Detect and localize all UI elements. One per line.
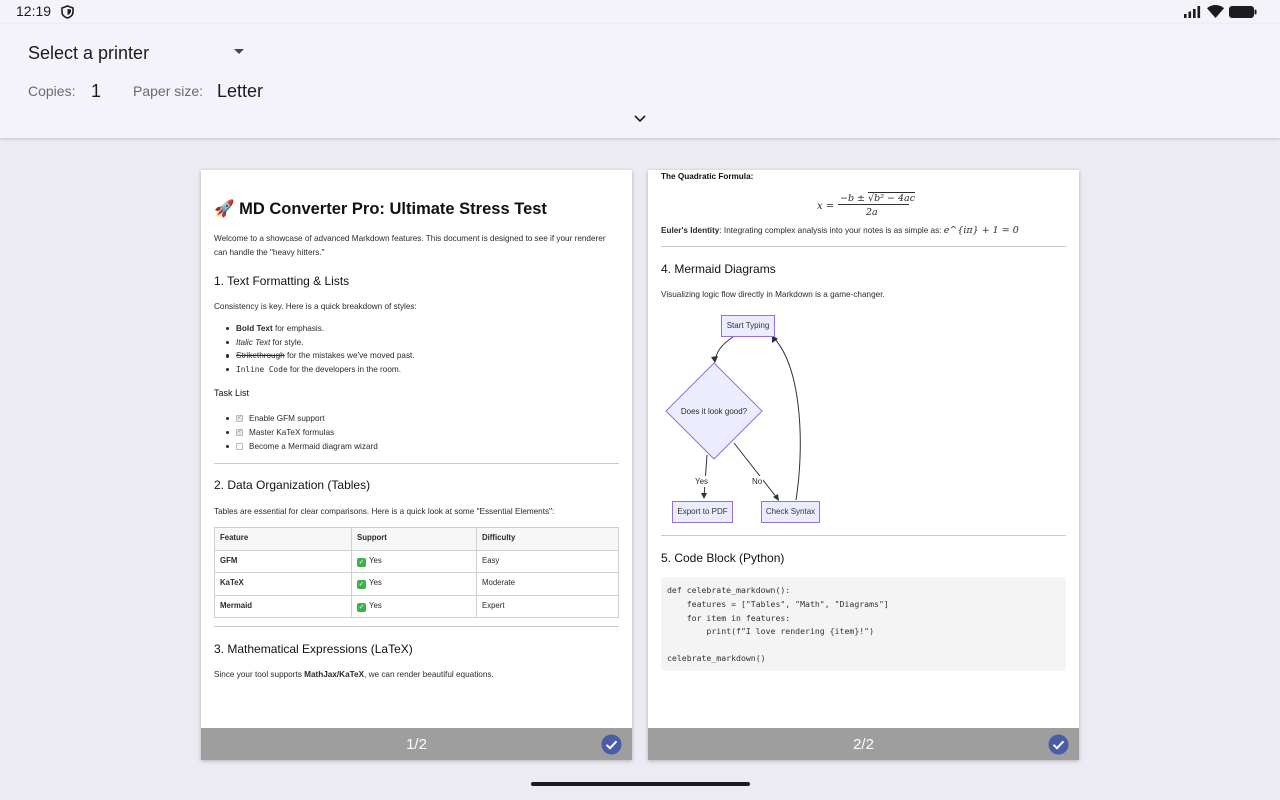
flow-decision-label: Does it look good?: [680, 407, 748, 416]
section-text: Visualizing logic flow directly in Markd…: [661, 290, 885, 299]
shield-icon: [61, 5, 74, 19]
checkbox-unchecked[interactable]: [236, 443, 243, 450]
task-item: Enable GFM support: [226, 413, 378, 427]
divider: [661, 246, 1066, 247]
check-circle-icon[interactable]: [601, 734, 622, 755]
section-text: Tables are essential for clear compariso…: [214, 507, 555, 516]
printer-select[interactable]: Select a printer: [28, 43, 149, 64]
signal-icon: [1184, 6, 1201, 18]
mermaid-diagram: [665, 335, 801, 501]
wifi-icon: [1207, 5, 1224, 18]
paper-size-select[interactable]: Letter: [217, 81, 263, 102]
check-mark-icon: ✓: [357, 580, 366, 590]
section-heading: 3. Mathematical Expressions (LaTeX): [214, 642, 413, 656]
task-item: Become a Mermaid diagram wizard: [226, 441, 378, 455]
intro-line-2: can handle the "heavy hitters.": [214, 248, 325, 257]
flow-node-check: Check Syntax: [761, 501, 820, 523]
checkbox-checked[interactable]: [236, 427, 243, 437]
task-item: Master KaTeX formulas: [226, 427, 378, 441]
math-lhs: x =: [817, 201, 835, 212]
check-mark-icon: ✓: [357, 602, 366, 612]
style-list: Bold Text for emphasis. Italic Text for …: [226, 323, 415, 377]
list-item: Bold Text for emphasis.: [226, 323, 415, 337]
code-line: print(f"I love rendering {item}!"): [667, 626, 875, 636]
check-mark-icon: ✓: [357, 557, 366, 567]
chevron-down-icon[interactable]: [632, 114, 648, 124]
page-footer: 2/2: [648, 728, 1079, 760]
edge-label-no: No: [751, 476, 764, 488]
divider: [214, 626, 619, 627]
divider: [661, 535, 1066, 536]
doc-title: 🚀 MD Converter Pro: Ultimate Stress Test: [214, 200, 547, 218]
code-line: features = ["Tables", "Math", "Diagrams"…: [667, 599, 889, 609]
page-footer: 1/2: [201, 728, 632, 760]
code-line: def celebrate_markdown():: [667, 585, 791, 595]
math-denominator: 2a: [866, 207, 878, 218]
copies-input[interactable]: 1: [91, 81, 101, 102]
copies-label: Copies:: [28, 83, 76, 99]
list-item: Strikethrough for the mistakes we've mov…: [226, 350, 415, 364]
list-item: Inline Code for the developers in the ro…: [226, 364, 415, 378]
section-heading: 5. Code Block (Python): [661, 551, 785, 565]
section-heading: 1. Text Formatting & Lists: [214, 274, 350, 288]
page-preview-2[interactable]: The Quadratic Formula: x = −b ± √b² − 4a…: [648, 170, 1079, 760]
paper-size-label: Paper size:: [133, 83, 204, 99]
dropdown-caret-icon[interactable]: [234, 49, 244, 54]
page-number: 1/2: [406, 736, 427, 753]
section-heading: 2. Data Organization (Tables): [214, 478, 371, 492]
page-preview-1[interactable]: 🚀 MD Converter Pro: Ultimate Stress Test…: [201, 170, 632, 760]
code-block: def celebrate_markdown(): features = ["T…: [661, 577, 1066, 671]
table-header-row: Feature Support Difficulty: [214, 527, 619, 551]
status-bar: 12:19: [0, 0, 1280, 24]
features-table: Feature Support Difficulty GFM ✓ Yes Easy…: [214, 527, 619, 618]
task-list: Enable GFM support Master KaTeX formulas…: [226, 413, 378, 455]
page-number: 2/2: [853, 736, 874, 753]
fraction-bar: [838, 204, 909, 205]
table-row: KaTeX ✓ Yes Moderate: [214, 572, 619, 596]
section-text: Consistency is key. Here is a quick brea…: [214, 302, 417, 311]
task-list-heading: Task List: [214, 388, 250, 398]
check-circle-icon[interactable]: [1048, 734, 1069, 755]
divider: [214, 463, 619, 464]
section-text: Since your tool supports MathJax/KaTeX, …: [214, 670, 494, 679]
code-line: for item in features:: [667, 613, 791, 623]
table-row: GFM ✓ Yes Easy: [214, 549, 619, 573]
euler-line: Euler's Identity: Integrating complex an…: [661, 225, 1019, 236]
code-line: celebrate_markdown(): [667, 653, 766, 663]
section-heading: 4. Mermaid Diagrams: [661, 262, 776, 276]
flow-node-start: Start Typing: [721, 315, 775, 337]
checkbox-checked[interactable]: [236, 413, 243, 423]
list-item: Italic Text for style.: [226, 337, 415, 351]
status-time: 12:19: [16, 3, 52, 19]
quadratic-label: The Quadratic Formula:: [661, 172, 754, 181]
gesture-navigation-handle[interactable]: [531, 782, 750, 786]
rocket-icon: 🚀: [214, 200, 235, 218]
edge-label-yes: Yes: [694, 476, 710, 488]
print-options-panel: Select a printer Copies: 1 Paper size: L…: [0, 24, 1280, 138]
table-row: Mermaid ✓ Yes Expert: [214, 594, 619, 618]
flow-node-export: Export to PDF: [672, 501, 733, 523]
intro-line-1: Welcome to a showcase of advanced Markdo…: [214, 234, 606, 243]
battery-icon: [1229, 6, 1257, 18]
